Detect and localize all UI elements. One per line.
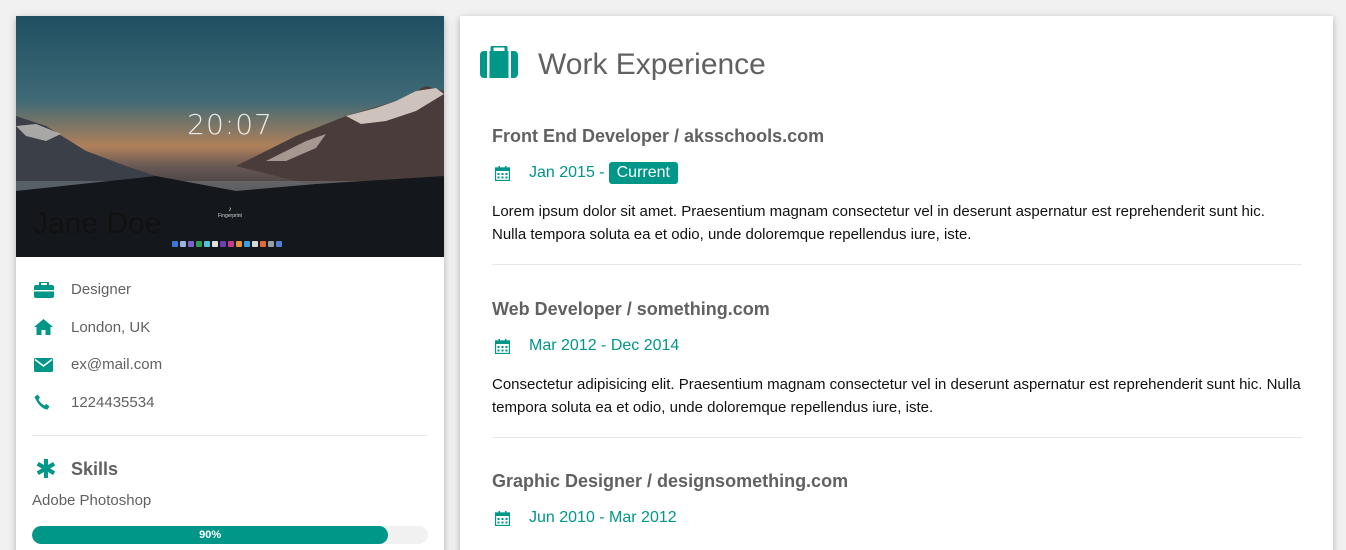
envelope-icon — [32, 357, 71, 372]
info-row-phone: 1224435534 — [32, 384, 428, 422]
job-dates: Mar 2012 - Dec 2014 — [492, 334, 1302, 358]
job-date-range: Jan 2015 - — [529, 164, 605, 181]
job-description: Lorem ipsum dolor sit amet. Praesentium … — [492, 203, 1265, 243]
profile-photo: 20:07 ♪ Fingerprint Jane Doe — [16, 16, 444, 257]
fingerprint-prompt: ♪ Fingerprint — [212, 206, 248, 219]
briefcase-icon — [32, 281, 71, 298]
job-title: Web Developer / something.com — [492, 299, 770, 319]
skill-progress-bar: 90% — [32, 526, 428, 544]
job-dates: Jan 2015 - Current — [492, 161, 1302, 185]
info-location-text: London, UK — [71, 318, 151, 336]
job-entry: Web Developer / something.com Mar 2012 -… — [492, 299, 1302, 419]
skill-name: Adobe Photoshop — [32, 492, 152, 509]
skills-title: Skills — [71, 458, 119, 479]
profile-name: Jane Doe — [33, 207, 162, 240]
phone-icon — [32, 394, 71, 410]
fingerprint-icon: ♪ — [228, 206, 232, 213]
asterisk-icon: ✱ — [35, 454, 57, 484]
job-description: Consectetur adipisicing elit. Praesentiu… — [492, 376, 1301, 416]
info-job-text: Designer — [71, 281, 132, 299]
work-experience-title: Work Experience — [538, 47, 766, 81]
job-entry: Front End Developer / aksschools.com Jan… — [492, 126, 1302, 246]
info-phone-text: 1224435534 — [71, 393, 155, 411]
divider — [492, 264, 1302, 265]
suitcase-icon — [480, 44, 518, 83]
job-title: Front End Developer / aksschools.com — [492, 126, 825, 146]
job-date-range: Mar 2012 - Dec 2014 — [529, 337, 680, 354]
fingerprint-caption: Fingerprint — [218, 213, 242, 219]
current-badge: Current — [608, 162, 678, 184]
home-icon — [32, 319, 71, 336]
work-experience-header: Work Experience — [480, 44, 766, 83]
calendar-icon — [492, 510, 529, 526]
calendar-icon — [492, 338, 529, 354]
taskbar-icons — [172, 241, 282, 251]
skill-progress-fill: 90% — [32, 526, 389, 544]
divider — [492, 437, 1302, 438]
job-date-range: Jun 2010 - Mar 2012 — [529, 509, 677, 526]
job-entry: Graphic Designer / designsomething.com J… — [492, 471, 1302, 530]
lock-screen-clock: 20:07 — [187, 108, 273, 141]
info-row-location: London, UK — [32, 309, 428, 347]
profile-info-list: Designer London, UK ex@mail.com 12244355… — [16, 257, 444, 421]
profile-card: 20:07 ♪ Fingerprint Jane Doe Designer Lo… — [16, 16, 444, 550]
info-row-job: Designer — [32, 271, 428, 309]
job-title: Graphic Designer / designsomething.com — [492, 471, 849, 491]
job-dates: Jun 2010 - Mar 2012 — [492, 506, 1302, 530]
info-row-email: ex@mail.com — [32, 346, 428, 384]
info-email-text: ex@mail.com — [71, 356, 163, 374]
calendar-icon — [492, 165, 529, 181]
work-experience-card: Work Experience Front End Developer / ak… — [460, 16, 1333, 550]
